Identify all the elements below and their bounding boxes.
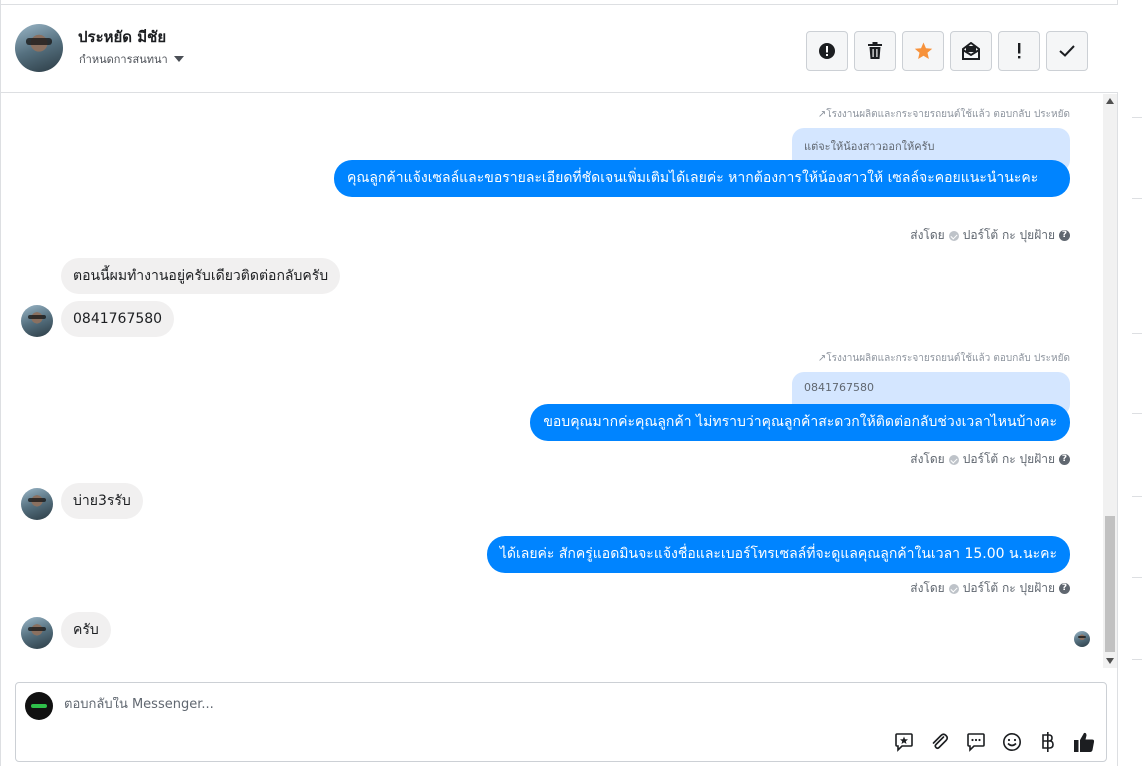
thumbs-up-icon[interactable]: [1073, 731, 1095, 753]
spam-button[interactable]: [806, 31, 848, 71]
outgoing-message[interactable]: ขอบคุณมากค่ะคุณลูกค้า ไม่ทราบว่าคุณลูกค้…: [530, 404, 1070, 441]
conversation-header: ประหยัด มีชัย กำหนดการสนทนา: [1, 4, 1118, 93]
alert-circle-icon: [818, 42, 836, 60]
exclamation-icon: [1016, 43, 1022, 59]
help-icon[interactable]: ?: [1059, 454, 1070, 465]
mark-unread-button[interactable]: [950, 31, 992, 71]
divider: [1132, 659, 1142, 660]
divider: [1132, 577, 1142, 578]
reply-arrow-icon: ↗: [817, 353, 827, 364]
divider: [1132, 198, 1142, 199]
contact-avatar-small[interactable]: [21, 305, 53, 337]
contact-name[interactable]: ประหยัด มีชัย: [78, 25, 166, 49]
reply-arrow-icon: ↗: [817, 109, 827, 120]
star-button[interactable]: [902, 31, 944, 71]
reply-input[interactable]: [64, 697, 1064, 712]
agent-name[interactable]: ปอร์โต้ กะ ปุยฝ้าย: [963, 226, 1055, 245]
star-icon: [914, 42, 933, 60]
assign-conversation-dropdown[interactable]: กำหนดการสนทนา: [79, 50, 184, 68]
divider: [1132, 333, 1142, 334]
verified-icon: [948, 583, 959, 594]
done-button[interactable]: [1046, 31, 1088, 71]
reply-note: ↗โรงงานผลิตและกระจายรถยนต์ใช้แล้ว ตอบกลั…: [817, 353, 1070, 364]
delete-button[interactable]: [854, 31, 896, 71]
message-composer: [15, 682, 1107, 762]
outgoing-message[interactable]: ได้เลยค่ะ สักครู่แอดมินจะแจ้งชื่อและเบอร…: [486, 536, 1070, 573]
scroll-thumb[interactable]: [1105, 516, 1115, 652]
envelope-icon: [962, 42, 980, 60]
contact-avatar-small[interactable]: [21, 488, 53, 520]
assign-label: กำหนดการสนทนา: [79, 53, 168, 66]
attachment-icon[interactable]: [929, 731, 951, 753]
side-panel-edge: [1118, 0, 1142, 766]
agent-name[interactable]: ปอร์โต้ กะ ปุยฝ้าย: [963, 579, 1055, 598]
message-scrollbar[interactable]: [1103, 94, 1117, 668]
sent-by-line: ส่งโดย ปอร์โต้ กะ ปุยฝ้าย ?: [910, 450, 1070, 469]
verified-icon: [948, 230, 959, 241]
contact-avatar-small[interactable]: [21, 617, 53, 649]
baht-icon[interactable]: [1037, 731, 1059, 753]
check-icon: [1059, 45, 1075, 57]
divider: [1132, 496, 1142, 497]
trash-icon: [867, 42, 883, 60]
reply-note: ↗โรงงานผลิตและกระจายรถยนต์ใช้แล้ว ตอบกลั…: [817, 109, 1070, 120]
incoming-message[interactable]: บ่าย3รรับ: [61, 483, 143, 519]
caret-down-icon: [173, 56, 184, 62]
divider: [1132, 117, 1142, 118]
incoming-message[interactable]: ครับ: [61, 612, 111, 648]
seen-avatar-icon: [1074, 631, 1090, 647]
help-icon[interactable]: ?: [1059, 583, 1070, 594]
incoming-message[interactable]: ตอนนี้ผมทำงานอยู่ครับเดียวติดต่อกลับครับ: [61, 258, 341, 294]
emoji-icon[interactable]: [1001, 731, 1023, 753]
divider: [1132, 413, 1142, 414]
incoming-message[interactable]: 0841767580: [61, 301, 175, 337]
saved-reply-icon[interactable]: [893, 731, 915, 753]
agent-name[interactable]: ปอร์โต้ กะ ปุยฝ้าย: [963, 450, 1055, 469]
scroll-down-icon[interactable]: [1106, 658, 1114, 664]
contact-avatar[interactable]: [15, 24, 63, 72]
sent-by-line: ส่งโดย ปอร์โต้ กะ ปุยฝ้าย ?: [910, 226, 1070, 245]
help-icon[interactable]: ?: [1059, 230, 1070, 241]
verified-icon: [948, 454, 959, 465]
outgoing-message[interactable]: คุณลูกค้าแจ้งเซลล์และขอรายละเอียดที่ชัดเ…: [334, 160, 1070, 197]
sent-by-line: ส่งโดย ปอร์โต้ กะ ปุยฝ้าย ?: [910, 579, 1070, 598]
messenger-inbox-panel: ประหยัด มีชัย กำหนดการสนทนา ↗โรงงานผลิตแ…: [0, 0, 1118, 766]
scroll-up-icon[interactable]: [1106, 98, 1114, 104]
chat-bubble-icon[interactable]: [965, 731, 987, 753]
important-button[interactable]: [998, 31, 1040, 71]
page-avatar: [25, 692, 53, 720]
